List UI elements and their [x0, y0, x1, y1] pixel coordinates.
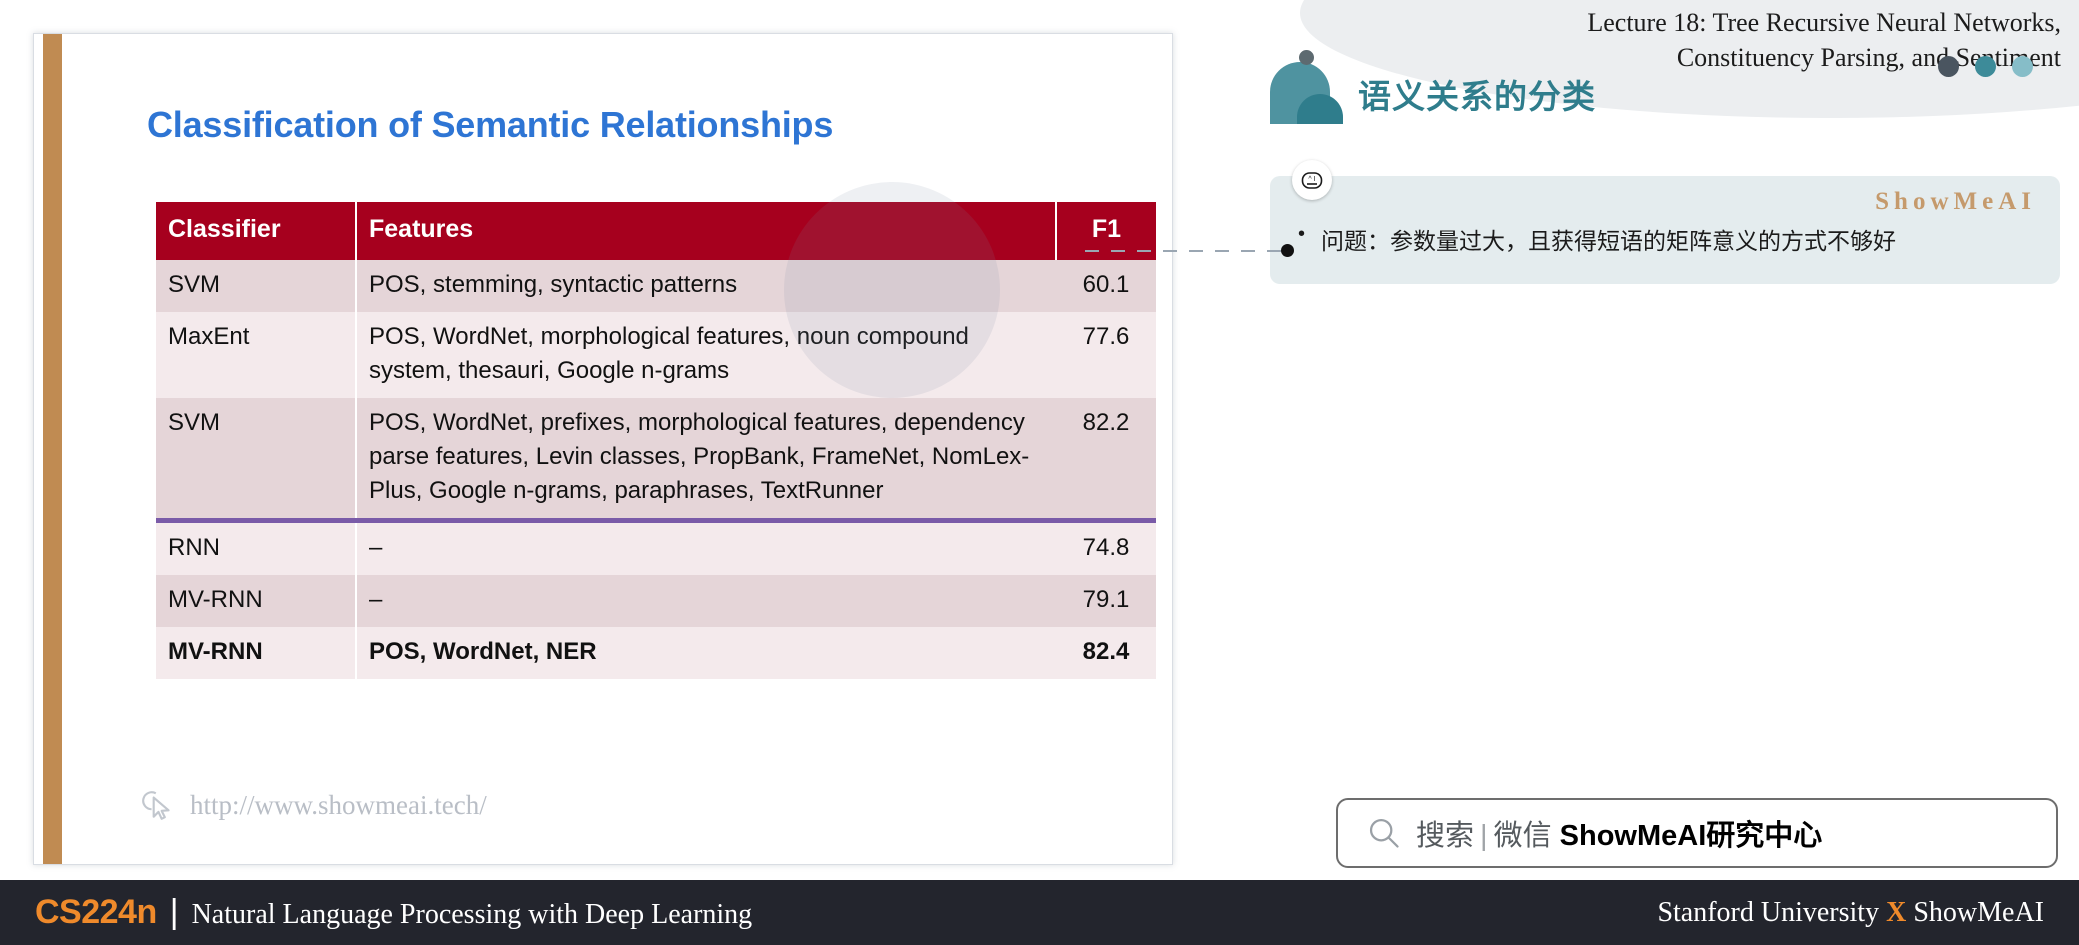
table-row: RNN – 74.8: [156, 517, 1156, 576]
slide-canvas: Classification of Semantic Relationships…: [33, 33, 1173, 865]
cell-f1: 79.1: [1056, 575, 1156, 628]
cell-f1: 82.4: [1056, 627, 1156, 680]
slide-title: Classification of Semantic Relationships: [147, 104, 834, 145]
table-row: SVM POS, stemming, syntactic patterns 60…: [156, 259, 1156, 312]
cell-classifier: MV-RNN: [156, 627, 357, 680]
teal-dot-decoration: [1299, 50, 1314, 65]
cell-f1: 74.8: [1056, 517, 1156, 576]
search-label: 搜索: [1416, 820, 1475, 852]
footer-right-credit: Stanford University X ShowMeAI: [1657, 897, 2044, 929]
robot-face-icon: ^ I: [1292, 160, 1332, 200]
footer-separator: |: [169, 893, 179, 931]
search-brand: ShowMeAI研究中心: [1559, 820, 1823, 852]
cell-classifier: SVM: [156, 397, 357, 521]
semantic-relationship-results-table: Classifier Features F1 SVM POS, stemming…: [156, 202, 1156, 680]
annotation-note-card: ^ I ShowMeAI • 问题：参数量过大，且获得短语的矩阵意义的方式不够好: [1270, 160, 2060, 284]
table-header-row: Classifier Features F1: [156, 202, 1156, 260]
bullet-marker-icon: •: [1298, 223, 1306, 245]
search-icon: [1369, 818, 1399, 848]
cell-f1: 60.1: [1056, 259, 1156, 312]
svg-text:^ I: ^ I: [1308, 176, 1315, 183]
footer-university: Stanford University: [1657, 896, 1887, 928]
slide-url-watermark: http://www.showmeai.tech/: [142, 788, 487, 822]
cell-features: –: [356, 517, 1056, 576]
cell-classifier: MV-RNN: [156, 575, 357, 628]
cursor-arrow-icon: [142, 791, 170, 820]
cell-features: POS, WordNet, prefixes, morphological fe…: [356, 397, 1056, 521]
search-channel: 微信: [1493, 820, 1552, 852]
footer-partner: ShowMeAI: [1906, 896, 2044, 928]
footer-left-group: CS224n | Natural Language Processing wit…: [35, 893, 752, 932]
cell-features: –: [356, 575, 1056, 628]
lecture-title-line-1: Lecture 18: Tree Recursive Neural Networ…: [1587, 8, 2061, 37]
right-annotation-panel: Lecture 18: Tree Recursive Neural Networ…: [1200, 0, 2079, 880]
callout-dashed-connector: [1085, 250, 1283, 252]
table-row: MV-RNN – 79.1: [156, 575, 1156, 628]
chinese-section-heading: 语义关系的分类: [1358, 78, 1596, 115]
column-header-classifier: Classifier: [156, 202, 357, 260]
table-row: MaxEnt POS, WordNet, morphological featu…: [156, 311, 1156, 398]
slide-content-area: Classification of Semantic Relationships…: [62, 34, 1172, 864]
robot-face-glyph: ^ I: [1301, 172, 1323, 189]
table-row: SVM POS, WordNet, prefixes, morphologica…: [156, 397, 1156, 521]
header-dot-2-icon: [1975, 56, 1996, 77]
showmeai-brand-mark: ShowMeAI: [1875, 188, 2036, 215]
header-dot-3-icon: [2012, 56, 2033, 77]
header-dot-1-icon: [1938, 56, 1959, 77]
note-bullet-item: • 问题：参数量过大，且获得短语的矩阵意义的方式不够好: [1298, 222, 2042, 256]
cell-classifier: RNN: [156, 517, 357, 576]
cell-classifier: MaxEnt: [156, 311, 357, 398]
watermark-url-text: http://www.showmeai.tech/: [190, 789, 487, 820]
table-row: MV-RNN POS, WordNet, NER 82.4: [156, 627, 1156, 680]
header-dots-decoration: [1938, 56, 2033, 77]
slide-screenshot-root: Classification of Semantic Relationships…: [0, 0, 2079, 945]
search-divider: |: [1480, 820, 1488, 852]
cell-features: POS, stemming, syntactic patterns: [356, 259, 1056, 312]
cell-classifier: SVM: [156, 259, 357, 312]
column-header-features: Features: [356, 202, 1057, 260]
note-bullet-text: 问题：参数量过大，且获得短语的矩阵意义的方式不够好: [1321, 228, 1897, 254]
footer-x-separator: X: [1886, 896, 1907, 928]
footer-course-subtitle: Natural Language Processing with Deep Le…: [191, 899, 753, 930]
footer-bar: CS224n | Natural Language Processing wit…: [0, 880, 2079, 945]
callout-endpoint-dot: [1281, 244, 1294, 257]
slide-left-accent-bar: [43, 34, 62, 864]
wechat-search-bar[interactable]: 搜索 | 微信 ShowMeAI研究中心: [1336, 798, 2058, 868]
search-bar-content: 搜索 | 微信 ShowMeAI研究中心: [1416, 812, 1822, 854]
cell-features: POS, WordNet, NER: [356, 627, 1056, 680]
cell-f1: 77.6: [1056, 311, 1156, 398]
footer-course-code: CS224n: [35, 893, 157, 931]
cell-features: POS, WordNet, morphological features, no…: [356, 311, 1056, 398]
cell-f1: 82.2: [1056, 397, 1156, 521]
